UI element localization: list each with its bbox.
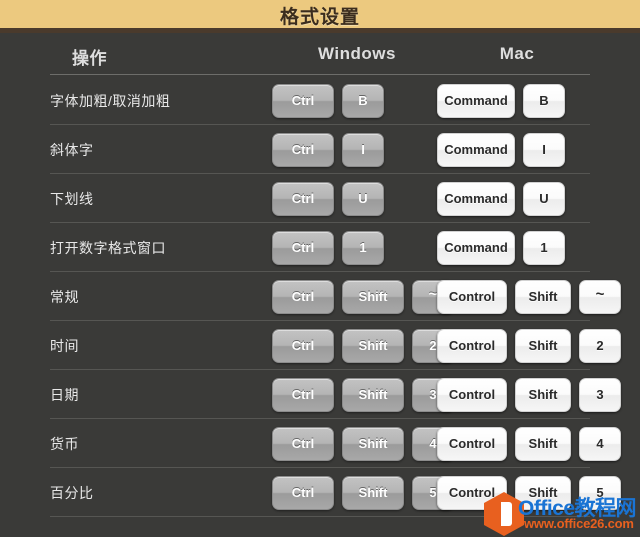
key-cap: B	[342, 83, 384, 118]
row-action-label: 常规	[50, 288, 79, 305]
key-group-mac: Control Shift 5	[437, 475, 621, 510]
key-group-win: Ctrl Shift ~	[272, 279, 454, 314]
key-cap: Ctrl	[272, 426, 334, 461]
key-cap: Control	[437, 328, 507, 363]
page-title: 格式设置	[279, 7, 360, 28]
key-group-win: Ctrl I	[272, 132, 384, 167]
key-cap: Shift	[515, 328, 571, 363]
key-cap: Ctrl	[272, 279, 334, 314]
table-header-row: 操作 Windows Mac	[0, 38, 640, 76]
key-group-win: Ctrl B	[272, 83, 384, 118]
key-cap: 1	[342, 230, 384, 265]
key-cap: Ctrl	[272, 83, 334, 118]
key-group-mac: Control Shift 2	[437, 328, 621, 363]
key-cap: Ctrl	[272, 181, 334, 216]
key-cap: Command	[437, 230, 515, 265]
row-action-label: 下划线	[50, 190, 94, 207]
key-cap: 4	[579, 426, 621, 461]
key-cap: 2	[579, 328, 621, 363]
row-action-label: 斜体字	[50, 141, 94, 158]
key-cap: B	[523, 83, 565, 118]
key-cap: Ctrl	[272, 377, 334, 412]
key-cap: 1	[523, 230, 565, 265]
key-cap: Shift	[342, 328, 404, 363]
column-header-mac: Mac	[499, 44, 535, 63]
header-divider	[50, 74, 590, 75]
key-cap: Ctrl	[272, 328, 334, 363]
key-cap: Control	[437, 279, 507, 314]
table-row: 常规 Ctrl Shift ~ Control Shift ~	[0, 272, 640, 321]
table-body: 字体加粗/取消加粗 Ctrl B Command B 斜体字 Ctrl I Command I 下划…	[0, 76, 640, 517]
shortcut-reference-card: 格式设置 操作 Windows Mac 字体加粗/取消加粗 Ctrl B Comman…	[0, 0, 640, 537]
row-action-label: 打开数字格式窗口	[50, 239, 166, 256]
table-row: 日期 Ctrl Shift 3 Control Shift 3	[0, 370, 640, 419]
key-cap: 3	[579, 377, 621, 412]
key-cap: 5	[579, 475, 621, 510]
key-group-mac: Command U	[437, 181, 565, 216]
row-action-label: 字体加粗/取消加粗	[50, 92, 171, 109]
column-header-windows: Windows	[318, 44, 396, 63]
table-row: 百分比 Ctrl Shift 5 Control Shift 5	[0, 468, 640, 517]
row-action-label: 日期	[50, 386, 79, 403]
key-cap: U	[342, 181, 384, 216]
key-cap: Shift	[342, 377, 404, 412]
key-group-mac: Control Shift ~	[437, 279, 621, 314]
key-group-mac: Command 1	[437, 230, 565, 265]
key-cap: Shift	[342, 279, 404, 314]
key-cap: Command	[437, 132, 515, 167]
key-cap: Ctrl	[272, 230, 334, 265]
key-cap: Shift	[342, 426, 404, 461]
key-group-mac: Control Shift 4	[437, 426, 621, 461]
header-bar: 格式设置	[0, 0, 640, 33]
row-action-label: 货币	[50, 435, 79, 452]
key-cap: I	[342, 132, 384, 167]
key-cap: Shift	[515, 279, 571, 314]
table-row: 斜体字 Ctrl I Command I	[0, 125, 640, 174]
key-cap: Shift	[515, 475, 571, 510]
key-cap: Ctrl	[272, 132, 334, 167]
table-row: 打开数字格式窗口 Ctrl 1 Command 1	[0, 223, 640, 272]
key-group-mac: Command I	[437, 132, 565, 167]
table-row: 字体加粗/取消加粗 Ctrl B Command B	[0, 76, 640, 125]
row-divider	[50, 516, 590, 517]
row-action-label: 时间	[50, 337, 79, 354]
key-cap: I	[523, 132, 565, 167]
key-cap: Control	[437, 377, 507, 412]
column-header-action: 操作	[72, 49, 107, 68]
key-cap: Command	[437, 83, 515, 118]
table-row: 时间 Ctrl Shift 2 Control Shift 2	[0, 321, 640, 370]
key-cap: Shift	[515, 377, 571, 412]
key-group-win: Ctrl 1	[272, 230, 384, 265]
key-cap: ~	[579, 279, 621, 314]
table-row: 下划线 Ctrl U Command U	[0, 174, 640, 223]
key-cap: Control	[437, 426, 507, 461]
key-group-mac: Command B	[437, 83, 565, 118]
key-group-win: Ctrl Shift 3	[272, 377, 454, 412]
watermark-url: www.office26.com	[524, 516, 634, 531]
key-group-win: Ctrl Shift 5	[272, 475, 454, 510]
key-cap-label: ~	[595, 286, 605, 303]
row-action-label: 百分比	[50, 484, 94, 501]
shortcut-table: 操作 Windows Mac 字体加粗/取消加粗 Ctrl B Command B 斜体字…	[0, 38, 640, 517]
key-cap: Ctrl	[272, 475, 334, 510]
key-group-mac: Control Shift 3	[437, 377, 621, 412]
key-cap: Shift	[515, 426, 571, 461]
key-cap: Control	[437, 475, 507, 510]
table-row: 货币 Ctrl Shift 4 Control Shift 4	[0, 419, 640, 468]
key-group-win: Ctrl U	[272, 181, 384, 216]
key-cap: Shift	[342, 475, 404, 510]
key-group-win: Ctrl Shift 4	[272, 426, 454, 461]
key-group-win: Ctrl Shift 2	[272, 328, 454, 363]
key-cap: Command	[437, 181, 515, 216]
key-cap: U	[523, 181, 565, 216]
